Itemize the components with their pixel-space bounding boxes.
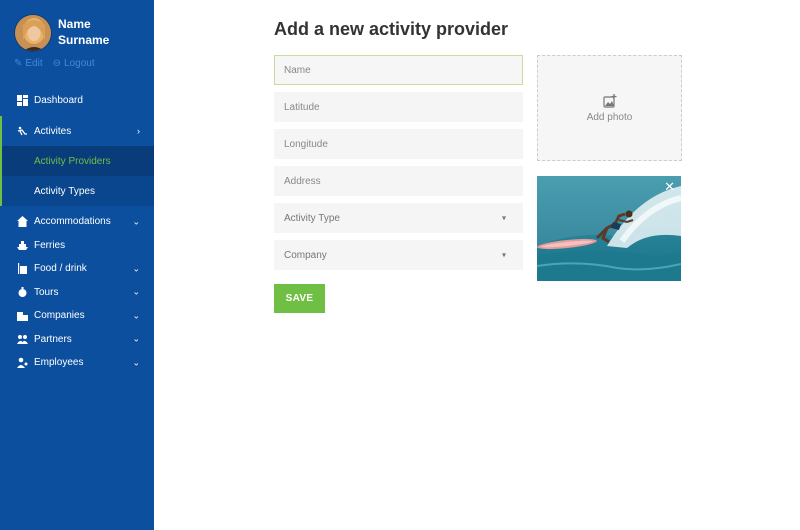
- add-photo-dropzone[interactable]: Add photo: [537, 55, 682, 161]
- accommodation-icon: [16, 216, 28, 228]
- chevron-down-icon: ⌄: [132, 357, 140, 368]
- name-field[interactable]: [274, 55, 523, 85]
- logout-label: Logout: [64, 58, 95, 69]
- sidebar-item-employees[interactable]: Employees ⌄: [0, 351, 154, 375]
- sidebar-item-label: Tours: [34, 286, 59, 298]
- avatar-image: [15, 15, 51, 51]
- chevron-down-icon: ⌄: [132, 310, 140, 321]
- chevron-down-icon: ⌄: [132, 286, 140, 297]
- latitude-field[interactable]: [274, 92, 523, 122]
- user-first-name: Name: [58, 17, 91, 31]
- chevron-down-icon: ▾: [501, 250, 506, 260]
- sidebar-item-food-drink[interactable]: Food / drink ⌄: [0, 257, 154, 281]
- app-root: Name Surname ✎ Edit ⊖ Logout Dashboard A…: [0, 0, 800, 530]
- sidebar-item-label: Partners: [34, 333, 72, 345]
- sidebar-item-label: Accommodations: [34, 216, 111, 228]
- chevron-down-icon: ▾: [501, 213, 506, 223]
- companies-icon: [16, 310, 28, 322]
- longitude-field[interactable]: [274, 129, 523, 159]
- sidebar-item-label: Companies: [34, 310, 85, 322]
- chevron-down-icon: ⌄: [132, 333, 140, 344]
- edit-link[interactable]: ✎ Edit: [14, 58, 43, 69]
- company-value: Company: [284, 249, 327, 261]
- company-select[interactable]: Company ▾: [274, 240, 523, 270]
- sidebar-item-tours[interactable]: Tours ⌄: [0, 281, 154, 305]
- sidebar-item-label: Dashboard: [34, 94, 83, 106]
- uploaded-photo: ✕: [537, 176, 681, 281]
- sidebar-item-label: Activites: [34, 125, 72, 137]
- edit-label: Edit: [25, 58, 43, 69]
- save-button[interactable]: SAVE: [274, 284, 325, 313]
- sidebar-item-accommodations[interactable]: Accommodations ⌄: [0, 210, 154, 234]
- sidebar-item-activities[interactable]: Activites ›: [0, 116, 154, 146]
- surfer-image: [537, 176, 681, 281]
- logout-link[interactable]: ⊖ Logout: [53, 58, 95, 69]
- add-photo-label: Add photo: [586, 111, 633, 123]
- latitude-input[interactable]: [284, 101, 522, 113]
- chevron-down-icon: ⌄: [132, 263, 140, 274]
- sidebar-subitem-activity-providers[interactable]: Activity Providers: [0, 146, 154, 176]
- sidebar-item-label: Activity Providers: [34, 155, 111, 167]
- user-name: Name Surname: [58, 16, 148, 48]
- address-input[interactable]: [284, 175, 522, 187]
- add-photo-icon: [602, 93, 616, 108]
- activity-type-value: Activity Type: [284, 212, 340, 224]
- ferry-icon: [16, 239, 28, 251]
- name-input[interactable]: [284, 64, 522, 76]
- tours-icon: [16, 286, 28, 298]
- dashboard-icon: [16, 94, 28, 106]
- food-icon: [16, 263, 28, 275]
- employees-icon: [16, 357, 28, 369]
- pencil-icon: ✎: [14, 58, 23, 69]
- sidebar-item-label: Employees: [34, 357, 84, 369]
- sidebar-item-label: Ferries: [34, 239, 66, 251]
- activities-icon: [16, 125, 28, 137]
- sidebar-subitem-activity-types[interactable]: Activity Types: [0, 176, 154, 206]
- longitude-input[interactable]: [284, 138, 522, 150]
- sidebar: Name Surname ✎ Edit ⊖ Logout Dashboard A…: [0, 0, 154, 530]
- partners-icon: [16, 333, 28, 345]
- sidebar-item-companies[interactable]: Companies ⌄: [0, 304, 154, 328]
- sidebar-item-label: Food / drink: [34, 263, 87, 275]
- remove-photo-icon[interactable]: ✕: [664, 180, 675, 193]
- activity-type-select[interactable]: Activity Type ▾: [274, 203, 523, 233]
- user-last-name: Surname: [58, 33, 110, 47]
- address-field[interactable]: [274, 166, 523, 196]
- user-profile: Name Surname ✎ Edit ⊖ Logout: [14, 14, 154, 74]
- logout-icon: ⊖: [52, 58, 62, 69]
- chevron-down-icon: ⌄: [132, 216, 140, 227]
- sidebar-item-partners[interactable]: Partners ⌄: [0, 328, 154, 352]
- avatar[interactable]: [14, 14, 52, 52]
- sidebar-nav: Dashboard Activites › Activity Providers…: [0, 88, 154, 375]
- sidebar-item-dashboard[interactable]: Dashboard: [0, 88, 154, 112]
- sidebar-item-ferries[interactable]: Ferries: [0, 234, 154, 258]
- chevron-right-icon: ›: [137, 126, 140, 136]
- profile-actions: ✎ Edit ⊖ Logout: [14, 58, 95, 69]
- sidebar-item-label: Activity Types: [34, 185, 95, 197]
- page-title: Add a new activity provider: [274, 19, 509, 39]
